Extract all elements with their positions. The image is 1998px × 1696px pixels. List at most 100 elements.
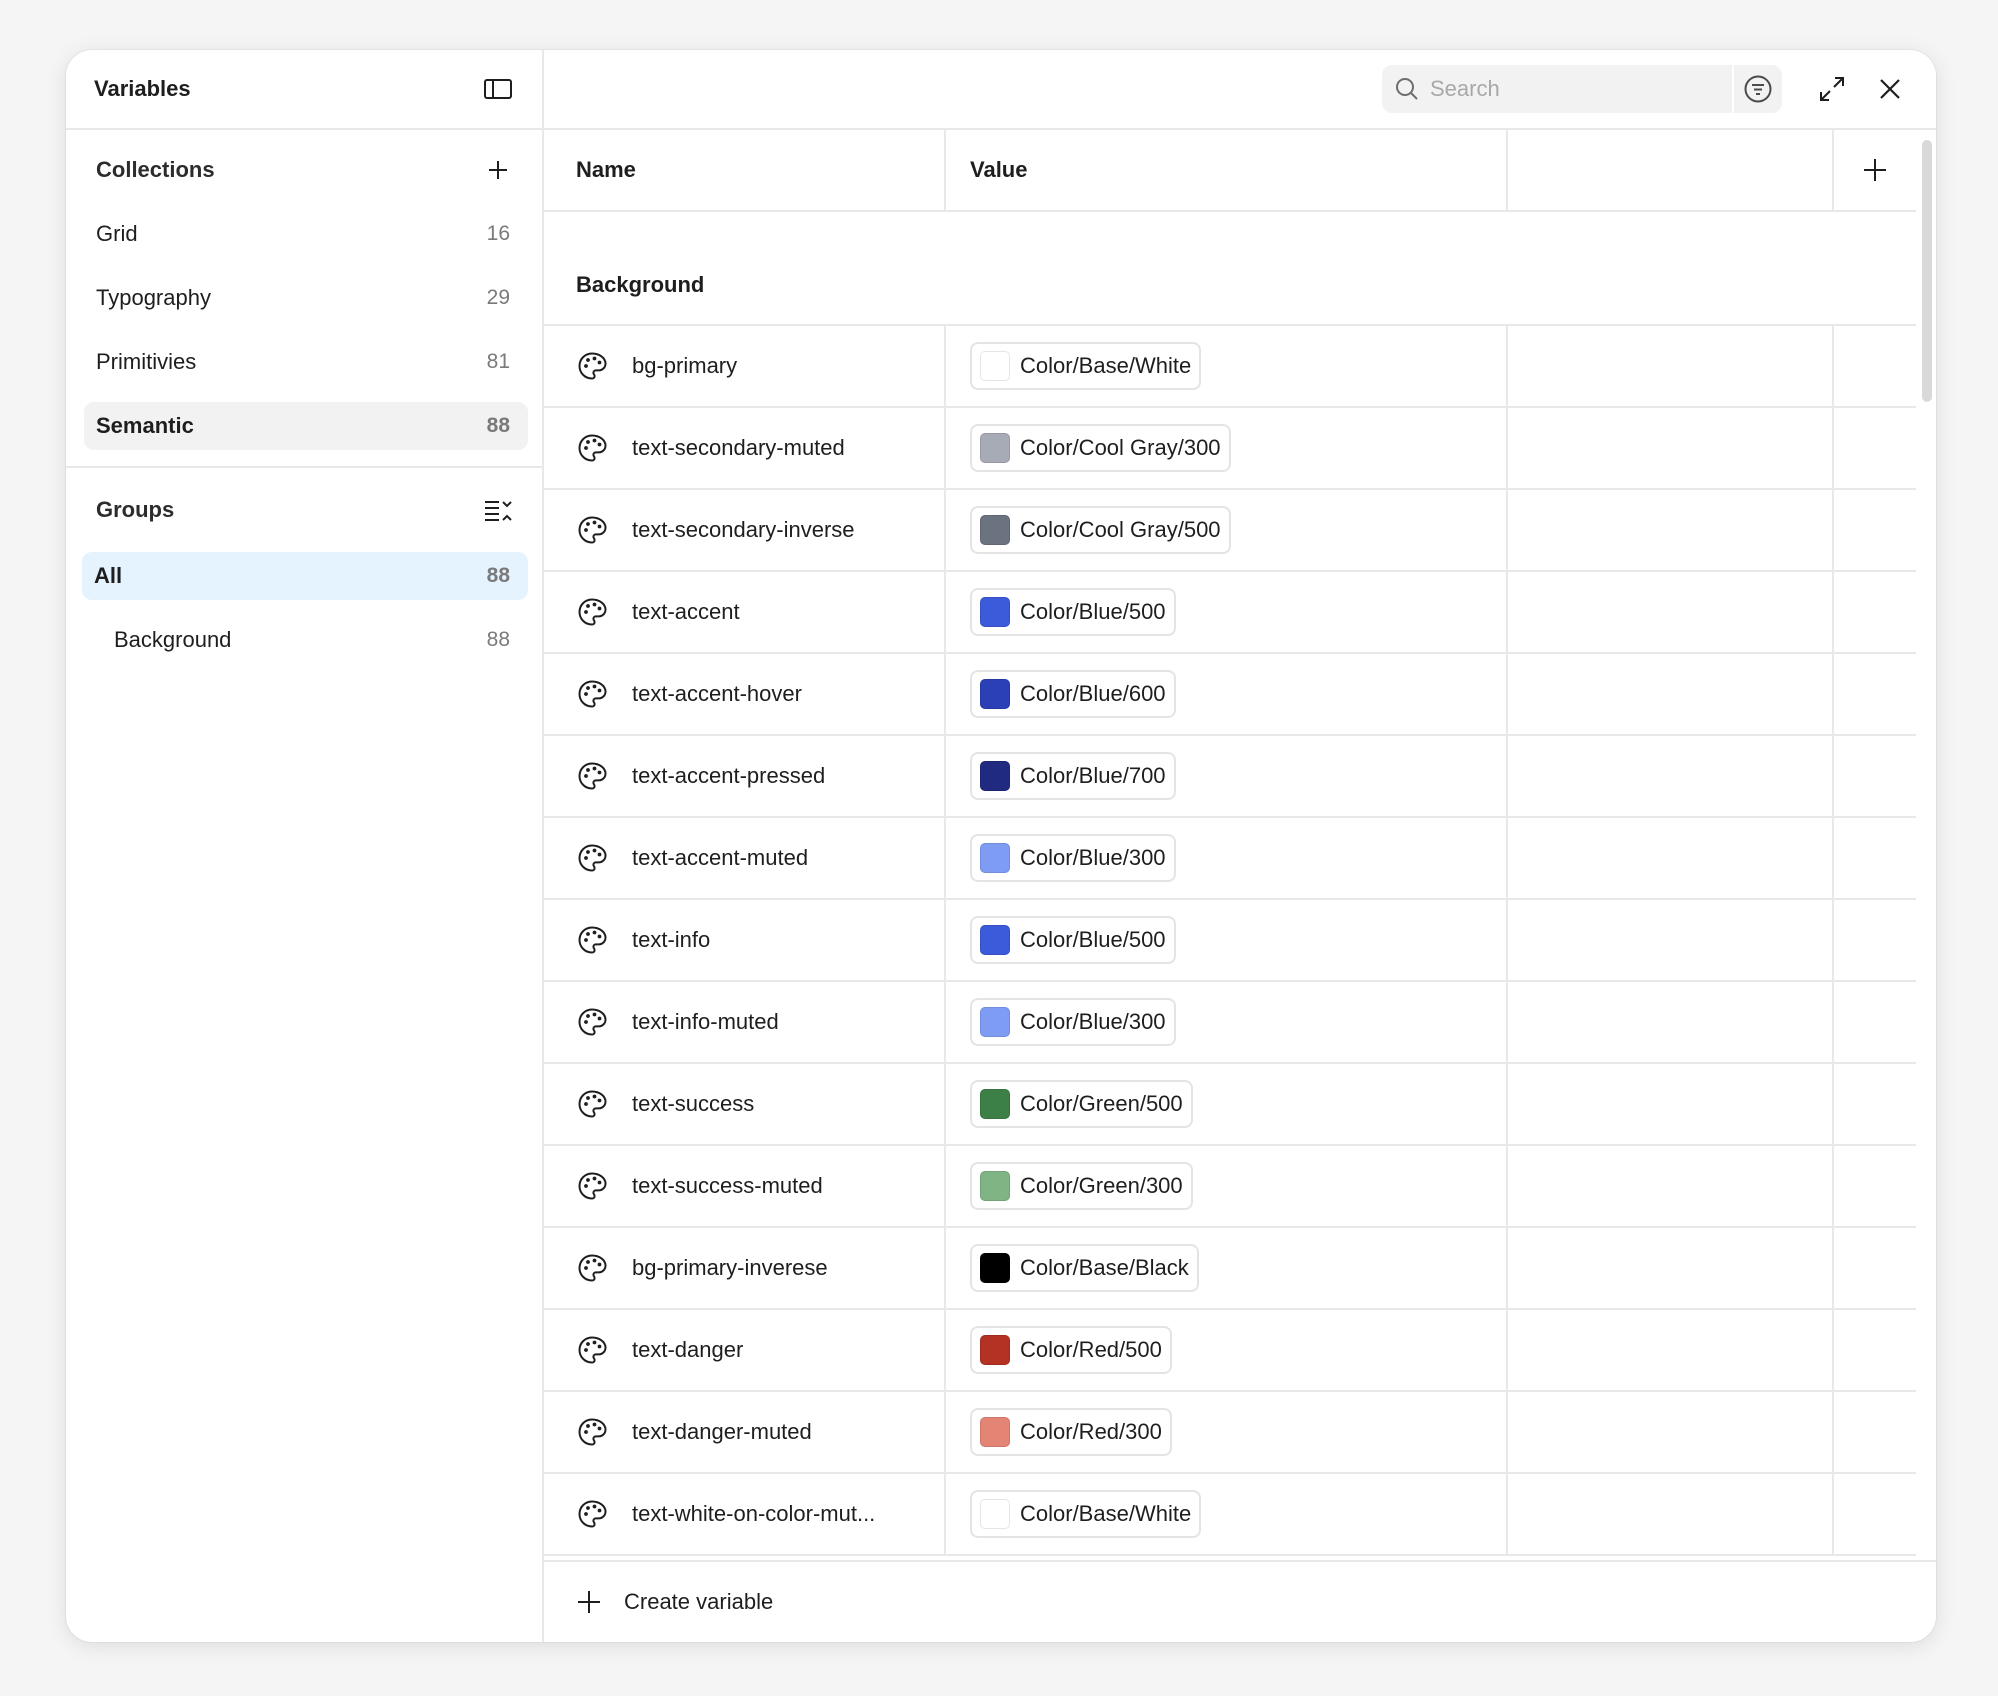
color-value-pill[interactable]: Color/Red/500 bbox=[970, 1326, 1172, 1374]
variable-name: text-success-muted bbox=[632, 1173, 823, 1198]
groups-header: Groups bbox=[66, 468, 542, 552]
add-collection-icon[interactable] bbox=[478, 150, 518, 190]
color-value-pill[interactable]: Color/Blue/600 bbox=[970, 670, 1176, 718]
variable-value-cell[interactable]: Color/Base/White bbox=[946, 326, 1508, 406]
variable-name-cell[interactable]: text-secondary-muted bbox=[544, 408, 946, 488]
color-value-label: Color/Blue/300 bbox=[1020, 845, 1166, 870]
collection-item-semantic[interactable]: Semantic 88 bbox=[84, 402, 528, 450]
color-value-pill[interactable]: Color/Green/500 bbox=[970, 1080, 1193, 1128]
color-value-pill[interactable]: Color/Blue/300 bbox=[970, 998, 1176, 1046]
color-value-pill[interactable]: Color/Blue/500 bbox=[970, 588, 1176, 636]
collections-list: Grid 16 Typography 29 Primitivies 81 Sem… bbox=[66, 210, 542, 450]
variable-name-cell[interactable]: text-danger bbox=[544, 1310, 946, 1390]
variable-name: text-info-muted bbox=[632, 1009, 779, 1034]
table-row[interactable]: text-secondary-inverse Color/Cool Gray/50… bbox=[544, 490, 1916, 572]
variable-value-cell[interactable]: Color/Blue/500 bbox=[946, 572, 1508, 652]
variable-value-cell[interactable]: Color/Blue/300 bbox=[946, 982, 1508, 1062]
color-value-pill[interactable]: Color/Base/White bbox=[970, 342, 1202, 390]
variables-table: Name Value Background bg-primary Color/Ba… bbox=[544, 130, 1916, 1560]
variable-value-cell[interactable]: Color/Cool Gray/300 bbox=[946, 408, 1508, 488]
search-input[interactable] bbox=[1430, 76, 1720, 102]
empty-cell bbox=[1834, 1228, 1916, 1308]
variable-name-cell[interactable]: text-info bbox=[544, 900, 946, 980]
table-row[interactable]: text-accent Color/Blue/500 bbox=[544, 572, 1916, 654]
scrollbar[interactable] bbox=[1922, 140, 1932, 402]
table-row[interactable]: text-accent-pressed Color/Blue/700 bbox=[544, 736, 1916, 818]
variable-value-cell[interactable]: Color/Green/300 bbox=[946, 1146, 1508, 1226]
palette-icon bbox=[576, 596, 608, 628]
color-value-pill[interactable]: Color/Green/300 bbox=[970, 1162, 1193, 1210]
table-row[interactable]: text-accent-muted Color/Blue/300 bbox=[544, 818, 1916, 900]
collapse-groups-icon[interactable] bbox=[478, 490, 518, 530]
collection-item-typography[interactable]: Typography 29 bbox=[84, 274, 528, 322]
variable-value-cell[interactable]: Color/Green/500 bbox=[946, 1064, 1508, 1144]
variable-value-cell[interactable]: Color/Red/500 bbox=[946, 1310, 1508, 1390]
variable-name-cell[interactable]: text-accent-muted bbox=[544, 818, 946, 898]
variable-name: bg-primary bbox=[632, 353, 738, 378]
collection-name: Semantic bbox=[96, 413, 194, 438]
empty-cell bbox=[1834, 736, 1916, 816]
variable-value-cell[interactable]: Color/Base/Black bbox=[946, 1228, 1508, 1308]
collection-item-primitivies[interactable]: Primitivies 81 bbox=[84, 338, 528, 386]
color-swatch bbox=[980, 1335, 1010, 1365]
variable-value-cell[interactable]: Color/Blue/500 bbox=[946, 900, 1508, 980]
color-value-pill[interactable]: Color/Blue/300 bbox=[970, 834, 1176, 882]
table-row[interactable]: text-info Color/Blue/500 bbox=[544, 900, 1916, 982]
variable-name-cell[interactable]: text-accent-hover bbox=[544, 654, 946, 734]
table-row[interactable]: bg-primary Color/Base/White bbox=[544, 326, 1916, 408]
variable-name-cell[interactable]: text-success bbox=[544, 1064, 946, 1144]
expand-icon[interactable] bbox=[1808, 65, 1856, 113]
group-item-background[interactable]: Background 88 bbox=[82, 616, 528, 664]
table-row[interactable]: text-success Color/Green/500 bbox=[544, 1064, 1916, 1146]
color-value-pill[interactable]: Color/Blue/700 bbox=[970, 752, 1176, 800]
color-value-pill[interactable]: Color/Base/White bbox=[970, 1490, 1202, 1538]
table-row[interactable]: text-danger Color/Red/500 bbox=[544, 1310, 1916, 1392]
table-row[interactable]: text-secondary-muted Color/Cool Gray/300 bbox=[544, 408, 1916, 490]
variable-name: text-danger-muted bbox=[632, 1419, 812, 1444]
variable-name-cell[interactable]: text-success-muted bbox=[544, 1146, 946, 1226]
group-count: 88 bbox=[486, 564, 510, 587]
collection-item-grid[interactable]: Grid 16 bbox=[84, 210, 528, 258]
table-row[interactable]: text-danger-muted Color/Red/300 bbox=[544, 1392, 1916, 1474]
add-mode-icon[interactable] bbox=[1834, 130, 1916, 210]
table-row[interactable]: text-accent-hover Color/Blue/600 bbox=[544, 654, 1916, 736]
table-row[interactable]: text-info-muted Color/Blue/300 bbox=[544, 982, 1916, 1064]
table-row[interactable]: bg-primary-inverese Color/Base/Black bbox=[544, 1228, 1916, 1310]
variable-name-cell[interactable]: text-white-on-color-mut... bbox=[544, 1474, 946, 1554]
collection-name: Typography bbox=[96, 285, 211, 310]
create-variable-button[interactable]: Create variable bbox=[544, 1560, 1936, 1642]
color-value-pill[interactable]: Color/Cool Gray/500 bbox=[970, 506, 1231, 554]
empty-cell bbox=[1834, 900, 1916, 980]
column-header-empty bbox=[1508, 130, 1834, 210]
variable-name-cell[interactable]: text-info-muted bbox=[544, 982, 946, 1062]
variable-value-cell[interactable]: Color/Base/White bbox=[946, 1474, 1508, 1554]
variable-name-cell[interactable]: bg-primary-inverese bbox=[544, 1228, 946, 1308]
toggle-sidebar-icon[interactable] bbox=[478, 69, 518, 109]
variable-value-cell[interactable]: Color/Red/300 bbox=[946, 1392, 1508, 1472]
variable-name-cell[interactable]: text-danger-muted bbox=[544, 1392, 946, 1472]
group-name: Background bbox=[114, 627, 232, 652]
variable-name-cell[interactable]: text-secondary-inverse bbox=[544, 490, 946, 570]
color-value-pill[interactable]: Color/Base/Black bbox=[970, 1244, 1199, 1292]
variable-name: text-secondary-inverse bbox=[632, 517, 855, 542]
color-value-pill[interactable]: Color/Red/300 bbox=[970, 1408, 1172, 1456]
variable-name-cell[interactable]: text-accent bbox=[544, 572, 946, 652]
table-row[interactable]: text-white-on-color-mut... Color/Base/Whi… bbox=[544, 1474, 1916, 1556]
table-row[interactable]: text-success-muted Color/Green/300 bbox=[544, 1146, 1916, 1228]
variable-name-cell[interactable]: text-accent-pressed bbox=[544, 736, 946, 816]
empty-cell bbox=[1834, 654, 1916, 734]
close-icon[interactable] bbox=[1866, 65, 1914, 113]
empty-cell bbox=[1508, 1228, 1834, 1308]
color-value-pill[interactable]: Color/Cool Gray/300 bbox=[970, 424, 1231, 472]
group-item-all[interactable]: All 88 bbox=[82, 552, 528, 600]
variable-value-cell[interactable]: Color/Blue/600 bbox=[946, 654, 1508, 734]
variable-value-cell[interactable]: Color/Blue/300 bbox=[946, 818, 1508, 898]
variable-value-cell[interactable]: Color/Cool Gray/500 bbox=[946, 490, 1508, 570]
collection-name: Grid bbox=[96, 221, 138, 246]
color-swatch bbox=[980, 1171, 1010, 1201]
variable-value-cell[interactable]: Color/Blue/700 bbox=[946, 736, 1508, 816]
variable-name-cell[interactable]: bg-primary bbox=[544, 326, 946, 406]
color-swatch bbox=[980, 925, 1010, 955]
color-value-pill[interactable]: Color/Blue/500 bbox=[970, 916, 1176, 964]
filter-icon[interactable] bbox=[1732, 65, 1782, 113]
